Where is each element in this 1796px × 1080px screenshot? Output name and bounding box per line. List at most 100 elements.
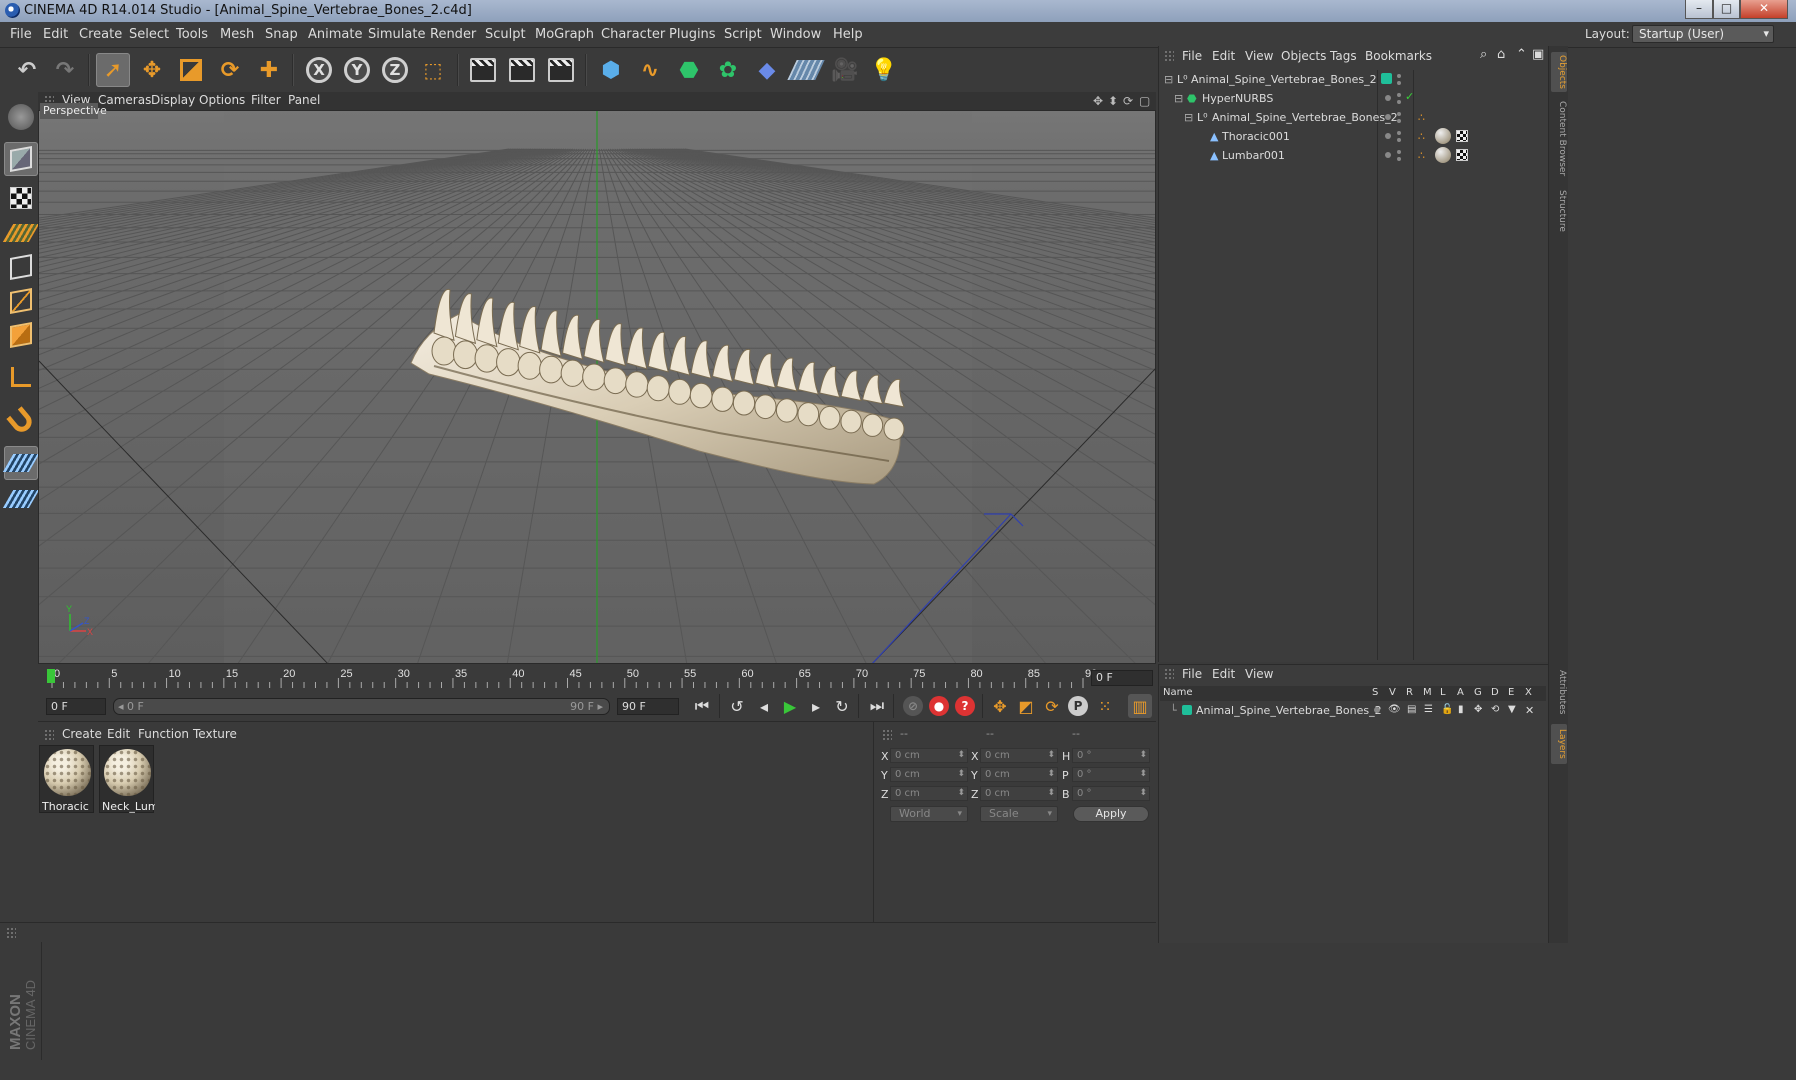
viewport-menu-options[interactable]: Options (199, 93, 245, 107)
panel-grip[interactable] (44, 729, 54, 741)
viewport-menu-panel[interactable]: Panel (288, 93, 320, 107)
apply-button[interactable]: Apply (1073, 806, 1149, 822)
material-thumbnail-thoracic[interactable]: Thoracic (39, 745, 94, 813)
layer-col-xref[interactable]: X (1525, 687, 1532, 698)
menu-create[interactable]: Create (79, 27, 122, 42)
cube-primitive-icon[interactable]: ⬢ (594, 53, 628, 87)
layout-select[interactable]: Startup (User) (1632, 25, 1774, 43)
render-view-icon[interactable] (466, 53, 500, 87)
z-axis-lock-button[interactable]: Z (378, 53, 412, 87)
layer-col-locked[interactable]: L (1440, 687, 1446, 698)
layer-expressions-icon[interactable]: ▼ (1508, 704, 1516, 715)
material-menu-edit[interactable]: Edit (107, 727, 130, 741)
visibility-dot[interactable] (1397, 112, 1401, 116)
coord-mode-select[interactable]: Scale (980, 806, 1058, 822)
undo-icon[interactable]: ↶ (10, 53, 44, 87)
om-menu-objects[interactable]: Objects (1281, 49, 1326, 63)
layer-col-deformers[interactable]: D (1491, 687, 1499, 698)
object-row[interactable]: ▲ Thoracic001 ∴ (1160, 127, 1546, 146)
timeline-ruler[interactable]: 051015202530354045505560657075808590 (38, 664, 1156, 690)
om-menu-file[interactable]: File (1182, 49, 1202, 63)
lm-menu-edit[interactable]: Edit (1212, 667, 1235, 681)
menu-help[interactable]: Help (833, 27, 863, 42)
menu-plugins[interactable]: Plugins (669, 27, 716, 42)
y-axis-lock-button[interactable]: Y (340, 53, 374, 87)
panel-grip[interactable] (1164, 50, 1174, 62)
material-menu-texture[interactable]: Texture (193, 727, 237, 741)
autokey-icon[interactable]: ? (953, 694, 977, 718)
layer-manager-icon[interactable]: ☰ (1424, 704, 1433, 715)
om-menu-bookmarks[interactable]: Bookmarks (1365, 49, 1432, 63)
menu-character[interactable]: Character (601, 27, 665, 42)
render-picture-viewer-icon[interactable] (505, 53, 539, 87)
key-point-level-icon[interactable]: ⁙ (1093, 694, 1117, 718)
visibility-dot[interactable] (1397, 74, 1401, 78)
phong-tag-icon[interactable]: ∴ (1418, 111, 1425, 124)
menu-sculpt[interactable]: Sculpt (485, 27, 526, 42)
timeline-window-icon[interactable]: ▥ (1128, 694, 1152, 718)
viewport-maximize-icon[interactable]: ▢ (1139, 95, 1151, 107)
viewport-move-icon[interactable]: ✥ (1093, 95, 1105, 107)
coord-rot-p-field[interactable]: 0 ° (1072, 767, 1150, 782)
menu-mesh[interactable]: Mesh (220, 27, 254, 42)
polygons-mode-icon[interactable] (4, 318, 38, 352)
layer-col-animation[interactable]: A (1457, 687, 1464, 698)
layer-col-generators[interactable]: G (1474, 687, 1482, 698)
tree-collapse-icon[interactable]: ⊟ (1174, 92, 1183, 105)
render-dot[interactable] (1397, 138, 1401, 142)
layer-col-view[interactable]: V (1389, 687, 1396, 698)
maximize-button[interactable]: □ (1713, 0, 1740, 19)
visibility-dot[interactable] (1397, 93, 1401, 97)
coord-space-select[interactable]: World (890, 806, 968, 822)
panel-grip[interactable] (6, 927, 16, 939)
live-selection-icon[interactable]: ➚ (96, 53, 130, 87)
key-rotation-icon[interactable]: ⟳ (1040, 694, 1064, 718)
go-to-end-icon[interactable]: ⏭ (865, 694, 889, 718)
record-active-keys-icon[interactable]: ● (927, 694, 951, 718)
coord-pos-x-field[interactable]: 0 cm (890, 748, 968, 763)
menu-select[interactable]: Select (129, 27, 169, 42)
camera-icon[interactable]: 🎥 (828, 53, 862, 87)
viewport-menu-display[interactable]: Display (151, 93, 195, 107)
go-to-start-icon[interactable]: ⏮ (690, 694, 714, 718)
key-scale-icon[interactable]: ◩ (1014, 694, 1038, 718)
visibility-dot[interactable] (1397, 150, 1401, 154)
editor-visibility-dot[interactable] (1385, 133, 1391, 139)
editor-visibility-dot[interactable] (1385, 152, 1391, 158)
make-editable-icon[interactable] (4, 100, 38, 134)
coord-size-x-field[interactable]: 0 cm (980, 748, 1058, 763)
perspective-viewport[interactable]: Y X Z (38, 110, 1156, 664)
tab-attributes[interactable]: Attributes (1551, 664, 1567, 720)
scene-floor-icon[interactable] (787, 53, 825, 87)
start-frame-field[interactable]: 0 F (46, 698, 106, 715)
object-row[interactable]: ▲ Lumbar001 ∴ (1160, 146, 1546, 165)
uvw-tag-icon[interactable] (1456, 149, 1468, 161)
timeline-playhead[interactable] (47, 669, 55, 683)
editor-visibility-dot[interactable] (1385, 95, 1391, 101)
snap-magnet-icon[interactable] (4, 404, 38, 438)
coord-rot-h-field[interactable]: 0 ° (1072, 748, 1150, 763)
layer-generators-icon[interactable]: ✥ (1474, 704, 1482, 715)
panel-grip[interactable] (1164, 668, 1174, 680)
end-frame-field[interactable]: 90 F (617, 698, 679, 715)
material-tag-icon[interactable] (1435, 128, 1451, 144)
layer-col-expressions[interactable]: E (1508, 687, 1514, 698)
menu-edit[interactable]: Edit (43, 27, 68, 42)
texture-mode-icon[interactable] (4, 181, 38, 215)
menu-animate[interactable]: Animate (308, 27, 362, 42)
deformer-icon[interactable]: ◆ (750, 53, 784, 87)
x-axis-lock-button[interactable]: X (302, 53, 336, 87)
range-slider[interactable]: ◂ 0 F 90 F ▸ (113, 698, 610, 715)
layer-deformers-icon[interactable]: ⟲ (1491, 704, 1499, 715)
light-icon[interactable]: 💡 (867, 53, 901, 87)
tree-collapse-icon[interactable]: ⊟ (1184, 111, 1193, 124)
workplane-mode-icon[interactable] (2, 216, 40, 250)
om-menu-tags[interactable]: Tags (1330, 49, 1357, 63)
uvw-tag-icon[interactable] (1456, 130, 1468, 142)
play-icon[interactable]: ▶ (778, 694, 802, 718)
object-row[interactable]: ⊟ L⁰ Animal_Spine_Vertebrae_Bones_2 ∴ (1160, 108, 1546, 127)
next-key-icon[interactable]: ↻ (830, 694, 854, 718)
layer-color-swatch[interactable] (1381, 73, 1392, 84)
layer-color-swatch[interactable] (1182, 705, 1192, 715)
coord-pos-z-field[interactable]: 0 cm (890, 786, 968, 801)
